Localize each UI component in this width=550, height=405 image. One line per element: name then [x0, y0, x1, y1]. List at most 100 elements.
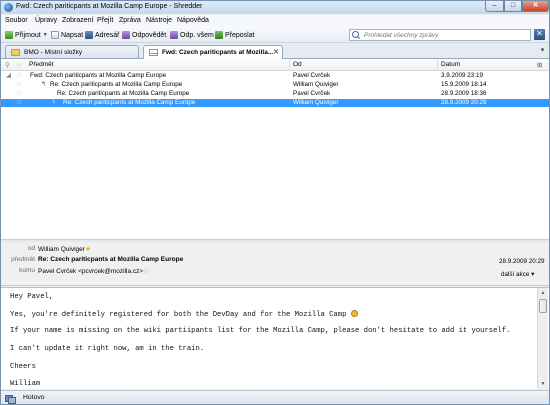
- star-icon[interactable]: ☆: [16, 99, 22, 107]
- menu-edit[interactable]: Úpravy: [35, 17, 57, 24]
- search-input[interactable]: [364, 31, 524, 39]
- status-bar: Hotovo: [1, 390, 549, 404]
- search-box[interactable]: [349, 29, 531, 41]
- subject-label: předmět: [11, 256, 35, 263]
- row-date: 28.9.2009 18:36: [441, 90, 487, 97]
- tab-local-folders[interactable]: BMO - Místní složky: [5, 45, 139, 58]
- menu-help[interactable]: Nápověda: [177, 17, 209, 24]
- row-from: William Quiviger: [293, 99, 339, 106]
- column-subject[interactable]: Předmět: [29, 61, 54, 68]
- folder-icon: [11, 49, 20, 56]
- row-date: 28.9.2009 20:29: [441, 99, 487, 106]
- row-subject: Fwd: Czech pariticpants at Mozilla Camp …: [30, 72, 167, 79]
- recipient-star-icon[interactable]: ☆: [143, 268, 149, 275]
- table-row[interactable]: ☆ ↰ Re: Czech pariticpants at Mozilla Ca…: [1, 81, 549, 89]
- from-label: od: [27, 245, 35, 252]
- row-from: William Quiviger: [293, 81, 339, 88]
- tab-close-icon[interactable]: ✕: [273, 48, 279, 56]
- table-row[interactable]: ☆ ◢ Fwd: Czech pariticpants at Mozilla C…: [1, 72, 549, 80]
- row-from: Pavel Cvrček: [293, 90, 331, 97]
- body-line: Hey Pavel,: [10, 293, 54, 301]
- thread-column-icon[interactable]: ⚲: [5, 61, 10, 69]
- body-line-text: Yes, you're definitely registered for bo…: [10, 311, 347, 319]
- addressbook-icon: [85, 31, 93, 39]
- receive-button[interactable]: Přijmout ▼: [5, 29, 48, 41]
- message-header: od William Quiviger★ předmět Re: Czech p…: [1, 242, 549, 286]
- mail-icon: [149, 49, 158, 56]
- tab-label: Fwd: Czech pariticpants at Mozilla...: [162, 49, 274, 56]
- close-tab-toolbar-button[interactable]: ✕: [534, 29, 545, 40]
- message-body[interactable]: Hey Pavel, Yes, you're definitely regist…: [1, 287, 549, 389]
- more-actions-button[interactable]: další akce ▾: [501, 271, 534, 278]
- forward-icon: [215, 31, 223, 39]
- tab-message[interactable]: Fwd: Czech pariticpants at Mozilla... ✕: [143, 45, 283, 59]
- sender-name[interactable]: William Quiviger: [38, 246, 85, 253]
- addressbook-button[interactable]: Adresář: [85, 29, 120, 41]
- scroll-up-icon[interactable]: ▲: [538, 288, 548, 298]
- window-title: Fwd: Czech pariticpants at Mozilla Camp …: [16, 3, 203, 10]
- star-column-icon[interactable]: ☆: [16, 61, 22, 69]
- menu-bar: Soubor Úpravy Zobrazení Přejít Zpráva Ná…: [1, 15, 549, 26]
- body-line: I can't update it right now, am in the t…: [10, 345, 205, 353]
- menu-tools[interactable]: Nástroje: [146, 17, 172, 24]
- column-date[interactable]: Datum: [441, 61, 460, 68]
- menu-go[interactable]: Přejít: [97, 17, 113, 24]
- contact-star-icon[interactable]: ★: [85, 246, 91, 253]
- row-from: Pavel Cvrček: [293, 72, 331, 79]
- message-date: 28.9.2009 20:29: [499, 258, 545, 265]
- to-value[interactable]: Pavel Cvrček <pcvrcek@mozilla.cz>☆: [38, 267, 149, 275]
- app-window: Fwd: Czech pariticpants at Mozilla Camp …: [0, 0, 550, 405]
- thread-column-header: ⚲ ☆ Předmět Od Datum ⊞: [1, 59, 549, 71]
- maximize-button[interactable]: □: [504, 1, 522, 12]
- scroll-down-icon[interactable]: ▼: [538, 379, 548, 389]
- row-subject: Re: Czech pariticpants at Mozilla Camp E…: [63, 99, 196, 106]
- body-scrollbar[interactable]: ▲ ▼: [537, 288, 548, 389]
- star-icon[interactable]: ☆: [16, 81, 22, 89]
- receive-icon: [5, 31, 13, 39]
- write-icon: [51, 31, 59, 39]
- column-picker-icon[interactable]: ⊞: [537, 61, 542, 69]
- row-date: 15.9.2009 18:14: [441, 81, 487, 88]
- to-label: komu: [19, 267, 35, 274]
- write-button[interactable]: Napsat: [51, 29, 83, 41]
- scroll-thumb[interactable]: [539, 299, 547, 313]
- row-subject: Re: Czech pariticpants at Mozilla Camp E…: [50, 81, 183, 88]
- recipient[interactable]: Pavel Cvrček <pcvrcek@mozilla.cz>: [38, 268, 143, 275]
- star-icon[interactable]: ☆: [16, 90, 22, 98]
- forward-button[interactable]: Přeposlat: [215, 29, 255, 41]
- row-subject: Re: Czech pariticpants at Mozilla Camp E…: [57, 90, 190, 97]
- online-status-icon[interactable]: [5, 394, 16, 404]
- menu-view[interactable]: Zobrazení: [62, 17, 94, 24]
- shredder-app-icon: [4, 3, 13, 12]
- table-row[interactable]: ☆ Re: Czech pariticpants at Mozilla Camp…: [1, 90, 549, 98]
- tabs-list-button[interactable]: ▾: [538, 46, 547, 55]
- reply-button[interactable]: Odpovědět: [122, 29, 166, 41]
- reply-all-icon: [170, 31, 178, 39]
- table-row[interactable]: ☆ └ Re: Czech pariticpants at Mozilla Ca…: [1, 99, 549, 107]
- column-separator[interactable]: [289, 59, 290, 71]
- from-value[interactable]: William Quiviger★: [38, 245, 91, 253]
- tab-strip: BMO - Místní složky Fwd: Czech pariticpa…: [1, 43, 549, 59]
- addressbook-label: Adresář: [95, 31, 120, 39]
- receive-dropdown-icon[interactable]: ▼: [43, 32, 48, 38]
- title-bar: Fwd: Czech pariticpants at Mozilla Camp …: [1, 1, 549, 14]
- close-window-button[interactable]: ✕: [522, 1, 549, 12]
- body-line: Yes, you're definitely registered for bo…: [10, 310, 358, 319]
- thread-toggle-icon[interactable]: ◢: [6, 72, 11, 80]
- star-icon[interactable]: ☆: [16, 72, 22, 80]
- tab-label: BMO - Místní složky: [24, 49, 83, 56]
- minimize-button[interactable]: –: [485, 1, 504, 12]
- thread-branch-icon: └: [51, 99, 56, 106]
- menu-message[interactable]: Zpráva: [119, 17, 141, 24]
- forward-label: Přeposlat: [225, 31, 255, 39]
- column-separator[interactable]: [437, 59, 438, 71]
- reply-all-button[interactable]: Odp. všem: [170, 29, 214, 41]
- reply-label: Odpovědět: [132, 31, 167, 39]
- reply-icon: [122, 31, 130, 39]
- receive-label: Přijmout: [15, 31, 41, 39]
- menu-file[interactable]: Soubor: [5, 17, 28, 24]
- body-line: William: [10, 380, 41, 388]
- column-from[interactable]: Od: [293, 61, 302, 68]
- subject-value: Re: Czech pariticpants at Mozilla Camp E…: [38, 256, 184, 263]
- replied-icon: ↰: [41, 81, 47, 88]
